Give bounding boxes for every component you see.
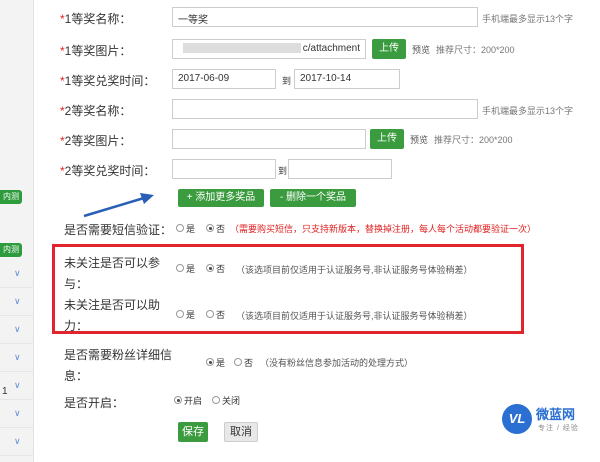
unfollow-help-no-label: 否 xyxy=(216,310,226,320)
unfollow-join-no-radio[interactable] xyxy=(206,264,214,272)
date-separator: 到 xyxy=(282,76,292,86)
brand-logo: VL 微蓝网 专注 / 经验 xyxy=(502,402,598,442)
sms-note: （需要购买短信，只支持新版本，替换掉注册，每人每个活动都要验证一次） xyxy=(230,224,537,234)
fan-info-yes-label: 是 xyxy=(216,358,226,368)
enable-on-radio[interactable] xyxy=(174,396,182,404)
fan-info-yes-radio[interactable] xyxy=(206,358,214,366)
beta-badge: 内测 xyxy=(0,190,22,204)
prize2-name-label: *2等奖名称： xyxy=(60,104,132,118)
sidebar-item[interactable]: ∨ xyxy=(0,288,34,316)
remove-prize-button[interactable]: - 删除一个奖品 xyxy=(270,189,356,207)
sms-yes-radio[interactable] xyxy=(176,224,184,232)
prize1-name-hint: 手机端最多显示13个字 xyxy=(482,14,574,24)
prize2-preview-link[interactable]: 预览 xyxy=(410,133,428,146)
sidebar-item[interactable]: ∨ xyxy=(0,344,34,372)
blurred-path xyxy=(182,43,301,54)
prize1-start-date-input[interactable]: 2017-06-09 xyxy=(172,69,276,89)
unfollow-help-yes-label: 是 xyxy=(186,310,196,320)
prize1-name-label: *1等奖名称： xyxy=(60,12,132,26)
prize2-upload-button[interactable]: 上传 xyxy=(370,129,404,149)
fan-info-no-label: 否 xyxy=(244,358,254,368)
chevron-down-icon: ∨ xyxy=(14,296,21,306)
prize1-preview-link[interactable]: 预览 xyxy=(412,43,430,56)
prize1-image-hint: 推荐尺寸：200*200 xyxy=(436,45,515,55)
unfollow-join-no-label: 否 xyxy=(216,264,226,274)
sms-yes-label: 是 xyxy=(186,224,196,234)
form-area: *1等奖名称： 一等奖 手机端最多显示13个字 *1等奖图片： c/attach… xyxy=(34,0,600,462)
sidebar-item[interactable]: ∨ xyxy=(0,260,34,288)
sms-no-label: 否 xyxy=(216,224,226,234)
unfollow-join-label: 未关注是否可以参 与： xyxy=(64,256,161,291)
fan-info-note: （没有粉丝信息参加活动的处理方式） xyxy=(260,358,414,368)
sidebar: 内测 内测 ∨ ∨ ∨ ∨ 1 ∨ ∨ ∨ xyxy=(0,0,34,462)
prize2-end-date-input[interactable] xyxy=(288,159,392,179)
enable-label: 是否开启： xyxy=(64,396,125,410)
chevron-down-icon: ∨ xyxy=(14,380,21,390)
prize2-time-label: *2等奖兑奖时间： xyxy=(60,164,156,178)
logo-mark: VL xyxy=(502,404,532,434)
logo-tagline: 专注 / 经验 xyxy=(538,425,579,432)
fan-info-no-radio[interactable] xyxy=(234,358,242,366)
cancel-button[interactable]: 取消 xyxy=(224,422,258,442)
prize1-end-date-input[interactable]: 2017-10-14 xyxy=(294,69,400,89)
unfollow-help-yes-radio[interactable] xyxy=(176,310,184,318)
add-prize-button[interactable]: + 添加更多奖品 xyxy=(178,189,264,207)
sidebar-item[interactable]: ∨ xyxy=(0,428,34,456)
prize1-image-input[interactable]: c/attachment xyxy=(172,39,366,59)
page-root: 内测 内测 ∨ ∨ ∨ ∨ 1 ∨ ∨ ∨ *1等奖名称： 一等奖 手机端最多显… xyxy=(0,0,600,462)
prize1-name-input[interactable]: 一等奖 xyxy=(172,7,478,27)
chevron-down-icon: ∨ xyxy=(14,324,21,334)
beta-badge: 内测 xyxy=(0,243,22,257)
prize1-image-label: *1等奖图片： xyxy=(60,44,132,58)
sms-no-radio[interactable] xyxy=(206,224,214,232)
chevron-down-icon: ∨ xyxy=(14,268,21,278)
unfollow-join-yes-radio[interactable] xyxy=(176,264,184,272)
chevron-down-icon: ∨ xyxy=(14,408,21,418)
save-button[interactable]: 保存 xyxy=(178,422,208,442)
prize2-image-hint: 推荐尺寸：200*200 xyxy=(434,135,513,145)
prize2-start-date-input[interactable] xyxy=(172,159,276,179)
enable-off-label: 关闭 xyxy=(222,396,241,406)
sms-label: 是否需要短信验证： xyxy=(64,223,173,237)
date-separator: 到 xyxy=(278,166,288,176)
prize2-name-input[interactable] xyxy=(172,99,478,119)
unfollow-join-yes-label: 是 xyxy=(186,264,196,274)
unfollow-help-label: 未关注是否可以助 力： xyxy=(64,298,161,333)
logo-name: 微蓝网 xyxy=(536,407,576,422)
prize2-image-label: *2等奖图片： xyxy=(60,134,132,148)
chevron-down-icon: ∨ xyxy=(14,436,21,446)
annotation-arrow-icon xyxy=(83,193,154,218)
prize2-name-hint: 手机端最多显示13个字 xyxy=(482,106,574,116)
prize1-upload-button[interactable]: 上传 xyxy=(372,39,406,59)
prize1-time-label: *1等奖兑奖时间： xyxy=(60,74,156,88)
unfollow-help-no-radio[interactable] xyxy=(206,310,214,318)
sidebar-item[interactable]: ∨ xyxy=(0,316,34,344)
prize2-image-input[interactable] xyxy=(172,129,366,149)
chevron-down-icon: ∨ xyxy=(14,352,21,362)
unfollow-join-note: （该选项目前仅适用于认证服务号,非认证服务号体验稍差） xyxy=(236,265,473,275)
unfollow-help-note: （该选项目前仅适用于认证服务号,非认证服务号体验稍差） xyxy=(236,311,473,321)
sidebar-item[interactable]: ∨ xyxy=(0,372,34,400)
enable-off-radio[interactable] xyxy=(212,396,220,404)
enable-on-label: 开启 xyxy=(184,396,203,406)
sidebar-item[interactable]: ∨ xyxy=(0,400,34,428)
fan-info-label: 是否需要粉丝详细信 息： xyxy=(64,348,173,383)
